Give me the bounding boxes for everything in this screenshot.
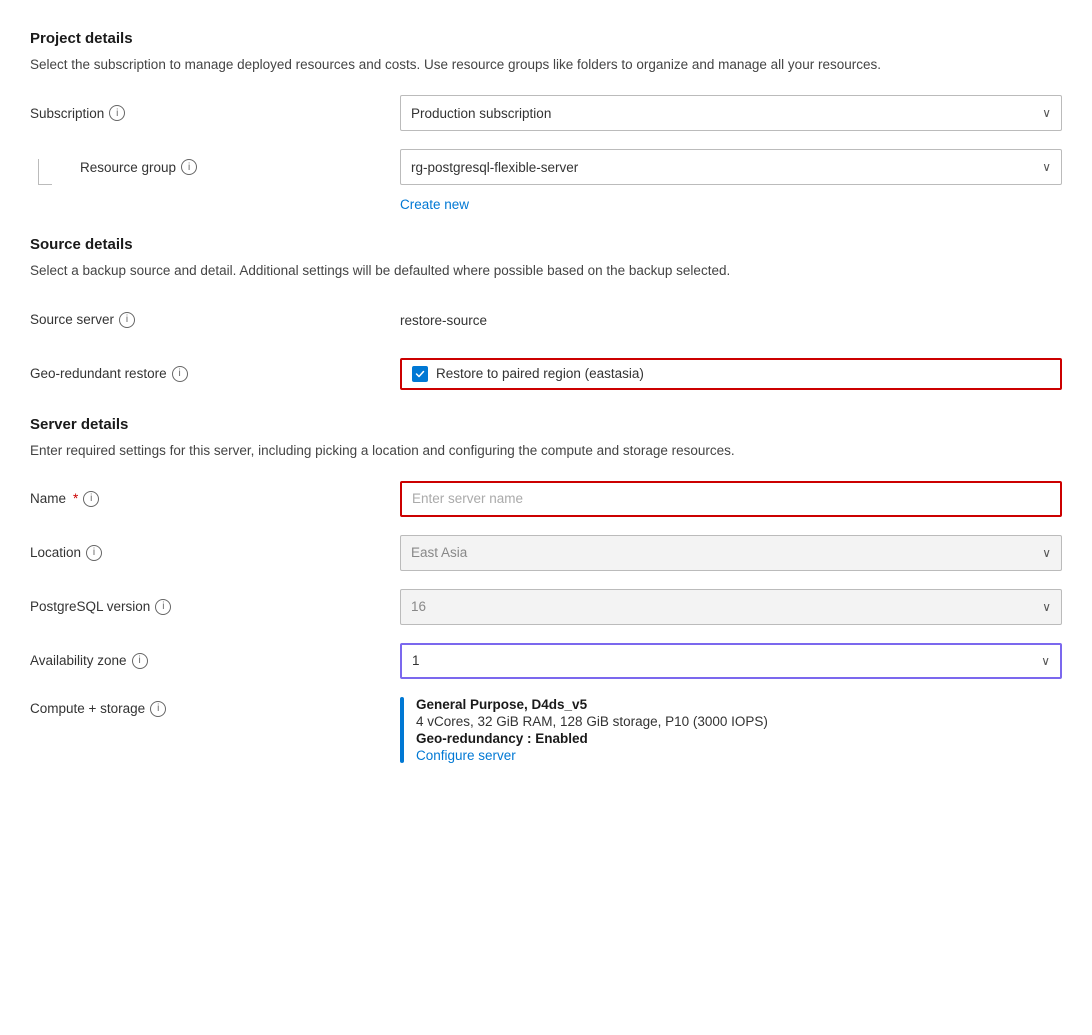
postgres-version-control: 16 ∨	[400, 589, 1062, 625]
server-name-input[interactable]	[400, 481, 1062, 517]
postgres-version-row: PostgreSQL version i 16 ∨	[30, 589, 1062, 625]
availability-zone-dropdown[interactable]: 1 ∨	[400, 643, 1062, 679]
subscription-row: Subscription i Production subscription ∨	[30, 95, 1062, 131]
checkmark-icon	[415, 369, 425, 379]
location-control: East Asia ∨	[400, 535, 1062, 571]
source-details-section: Source details Select a backup source an…	[30, 236, 1062, 391]
compute-storage-bar	[400, 697, 404, 763]
resource-group-dropdown[interactable]: rg-postgresql-flexible-server ∨	[400, 149, 1062, 185]
postgres-version-dropdown: 16 ∨	[400, 589, 1062, 625]
compute-storage-content: General Purpose, D4ds_v5 4 vCores, 32 Gi…	[400, 697, 1062, 763]
rg-indent	[30, 149, 80, 185]
postgres-version-label: PostgreSQL version i	[30, 599, 400, 615]
project-details-section: Project details Select the subscription …	[30, 30, 1062, 212]
subscription-label: Subscription i	[30, 105, 400, 121]
location-info-icon[interactable]: i	[86, 545, 102, 561]
postgres-version-chevron-icon: ∨	[1042, 600, 1051, 614]
geo-redundant-checkbox[interactable]: Restore to paired region (eastasia)	[400, 358, 1062, 390]
location-chevron-icon: ∨	[1042, 546, 1051, 560]
postgres-version-info-icon[interactable]: i	[155, 599, 171, 615]
geo-redundant-label: Geo-redundant restore i	[30, 366, 400, 382]
availability-zone-control: 1 ∨	[400, 643, 1062, 679]
availability-zone-row: Availability zone i 1 ∨	[30, 643, 1062, 679]
resource-group-info-icon[interactable]: i	[181, 159, 197, 175]
compute-storage-control: General Purpose, D4ds_v5 4 vCores, 32 Gi…	[400, 697, 1062, 763]
compute-info: General Purpose, D4ds_v5 4 vCores, 32 Gi…	[416, 697, 1062, 763]
geo-redundant-row: Geo-redundant restore i Restore to paire…	[30, 356, 1062, 392]
subscription-chevron-icon: ∨	[1042, 106, 1051, 120]
server-name-label: Name * i	[30, 491, 400, 507]
source-server-value: restore-source	[400, 312, 1062, 328]
compute-storage-label: Compute + storage i	[30, 697, 400, 717]
availability-zone-info-icon[interactable]: i	[132, 653, 148, 669]
subscription-info-icon[interactable]: i	[109, 105, 125, 121]
checkbox-box	[412, 366, 428, 382]
rg-label-row: Resource group i rg-postgresql-flexible-…	[80, 149, 1062, 185]
geo-redundant-checkbox-label: Restore to paired region (eastasia)	[436, 366, 644, 381]
location-dropdown: East Asia ∨	[400, 535, 1062, 571]
resource-group-control: rg-postgresql-flexible-server ∨	[400, 149, 1062, 185]
server-name-row: Name * i	[30, 481, 1062, 517]
server-name-info-icon[interactable]: i	[83, 491, 99, 507]
rg-indent-line	[38, 159, 52, 185]
compute-name: General Purpose, D4ds_v5	[416, 697, 1062, 712]
location-label: Location i	[30, 545, 400, 561]
geo-redundant-info-icon[interactable]: i	[172, 366, 188, 382]
rg-label-control: Resource group i rg-postgresql-flexible-…	[80, 149, 1062, 212]
source-details-title: Source details	[30, 236, 1062, 253]
server-name-control	[400, 481, 1062, 517]
compute-storage-row: Compute + storage i General Purpose, D4d…	[30, 697, 1062, 763]
subscription-dropdown[interactable]: Production subscription ∨	[400, 95, 1062, 131]
project-details-desc: Select the subscription to manage deploy…	[30, 55, 1062, 75]
create-new-link[interactable]: Create new	[400, 197, 469, 212]
server-details-title: Server details	[30, 416, 1062, 433]
availability-zone-chevron-icon: ∨	[1041, 654, 1050, 668]
source-server-row: Source server i restore-source	[30, 302, 1062, 338]
server-details-section: Server details Enter required settings f…	[30, 416, 1062, 763]
compute-storage-info-icon[interactable]: i	[150, 701, 166, 717]
source-server-info-icon[interactable]: i	[119, 312, 135, 328]
availability-zone-label: Availability zone i	[30, 653, 400, 669]
location-row: Location i East Asia ∨	[30, 535, 1062, 571]
compute-specs: 4 vCores, 32 GiB RAM, 128 GiB storage, P…	[416, 714, 1062, 729]
project-details-title: Project details	[30, 30, 1062, 47]
geo-redundant-control: Restore to paired region (eastasia)	[400, 358, 1062, 390]
server-details-desc: Enter required settings for this server,…	[30, 441, 1062, 461]
source-details-desc: Select a backup source and detail. Addit…	[30, 261, 1062, 281]
configure-server-link[interactable]: Configure server	[416, 748, 516, 763]
compute-geo-label: Geo-redundancy : Enabled	[416, 731, 1062, 746]
resource-group-chevron-icon: ∨	[1042, 160, 1051, 174]
subscription-control: Production subscription ∨	[400, 95, 1062, 131]
resource-group-label: Resource group i	[80, 159, 400, 175]
source-server-label: Source server i	[30, 312, 400, 328]
resource-group-row: Resource group i rg-postgresql-flexible-…	[30, 149, 1062, 212]
